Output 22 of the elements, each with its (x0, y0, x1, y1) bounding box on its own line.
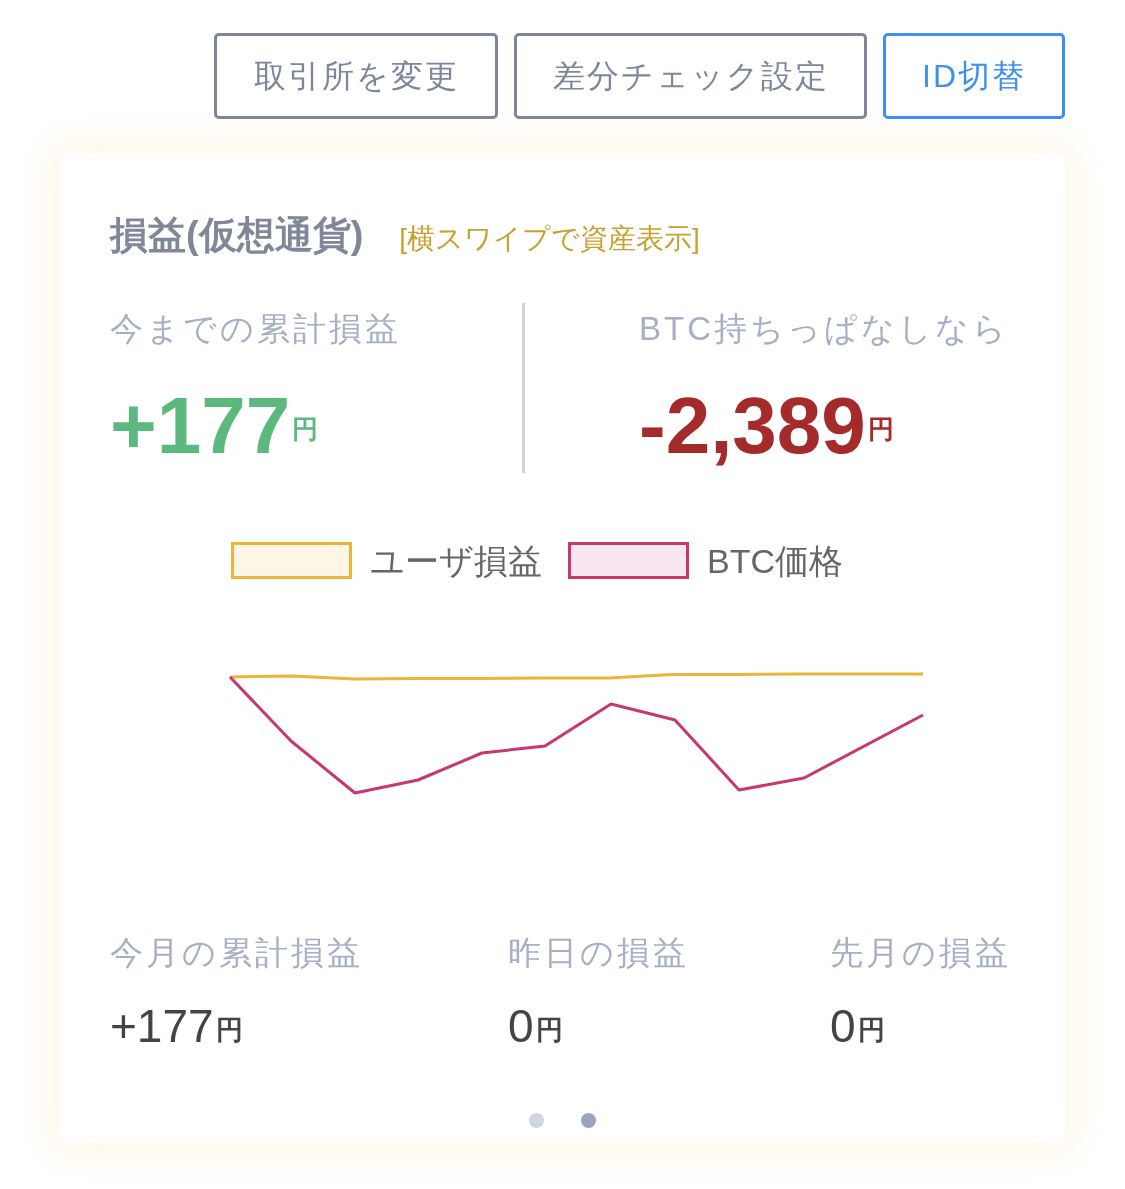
stat-label: 昨日の損益 (508, 933, 690, 973)
stat-value: 0 (508, 1003, 534, 1049)
summary-value: -2,389 (639, 386, 866, 466)
currency-unit: 円 (867, 416, 894, 442)
action-button[interactable]: 差分チェック設定 (514, 33, 867, 119)
currency-unit: 円 (535, 1017, 563, 1044)
stat-label: 今月の累計損益 (110, 933, 364, 973)
currency-unit: 円 (292, 416, 319, 442)
currency-unit: 円 (215, 1017, 243, 1044)
currency-unit: 円 (857, 1017, 885, 1044)
legend-label: BTC価格 (707, 543, 843, 578)
legend-label: ユーザ損益 (370, 543, 542, 578)
stat-value: 0 (830, 1003, 856, 1049)
summary-label: 今までの累計損益 (110, 309, 402, 349)
action-button[interactable]: 取引所を変更 (214, 33, 498, 119)
summary-value: +177 (110, 386, 291, 466)
stat-value: +177 (110, 1003, 214, 1049)
swipe-hint: [横スワイプで資産表示] (399, 222, 700, 256)
action-button[interactable]: ID切替 (883, 33, 1065, 119)
summary-label: BTC持ちっぱなしなら (639, 309, 1010, 349)
card-title: 損益(仮想通貨) (110, 213, 364, 258)
stat-label: 先月の損益 (830, 933, 1012, 973)
